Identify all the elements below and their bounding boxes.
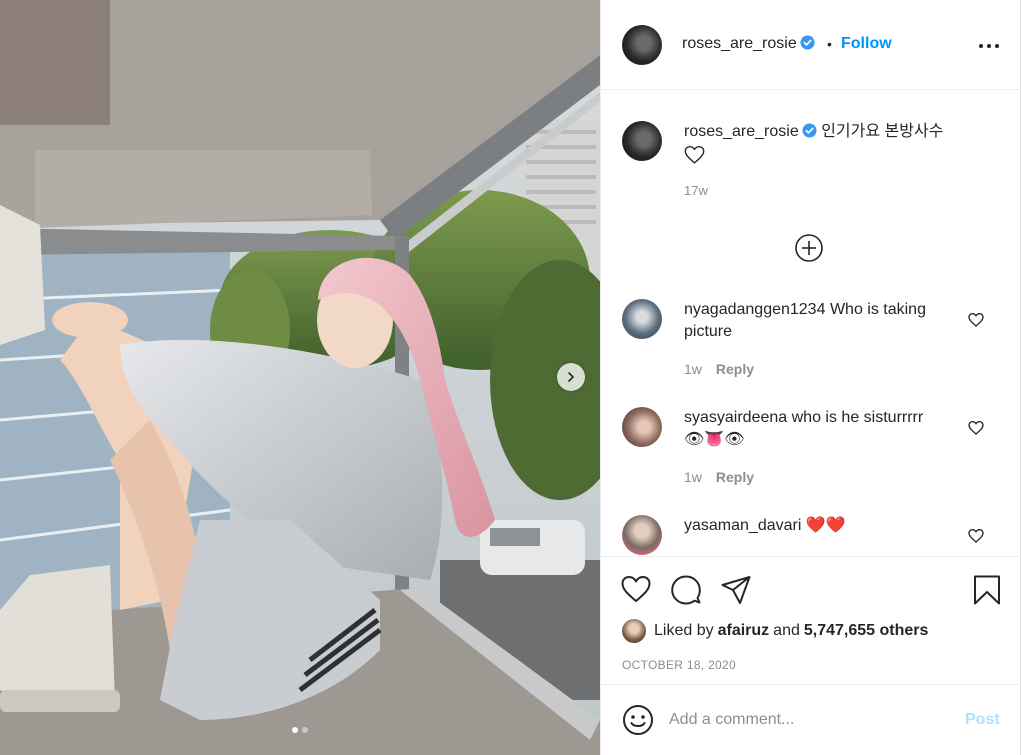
commenter-username[interactable]: nyagadanggen1234	[684, 301, 825, 318]
post-comment-button[interactable]: Post	[965, 711, 1000, 729]
comment-text: ❤️❤️	[805, 517, 846, 534]
comment-body: nyagadanggen1234 Who is taking picture	[684, 299, 954, 343]
carousel-dot-active	[292, 727, 298, 733]
bookmark-icon[interactable]	[971, 574, 1003, 606]
heart-emoji-icon	[684, 145, 705, 164]
comment-meta: 1w Reply	[684, 361, 764, 377]
chevron-right-icon	[568, 372, 575, 382]
post-photo[interactable]	[0, 0, 600, 755]
comment-time: 1w	[684, 361, 702, 377]
carousel-indicator	[0, 727, 600, 733]
verified-badge-icon	[800, 35, 815, 50]
liker-username[interactable]: afairuz	[718, 622, 770, 640]
likes-summary: Liked by afairuz and 5,747,655 others	[622, 618, 932, 644]
author-username-text: roses_are_rosie	[682, 35, 797, 52]
author-username[interactable]: roses_are_rosie	[682, 35, 815, 53]
caption-timestamp: 17w	[684, 183, 708, 198]
action-bar: Liked by afairuz and 5,747,655 others OC…	[601, 556, 1021, 684]
post-header: roses_are_rosie • Follow	[601, 0, 1021, 90]
more-options-icon[interactable]	[979, 44, 999, 50]
liker-avatar[interactable]	[622, 619, 646, 643]
carousel-dot	[302, 727, 308, 733]
comment-input[interactable]	[669, 707, 949, 733]
plus-circle-icon[interactable]	[794, 233, 824, 263]
heart-icon[interactable]	[968, 528, 984, 544]
comment-form: Post	[601, 684, 1021, 755]
commenter-avatar[interactable]	[622, 299, 662, 339]
comment-text: who is he sisturrrrr	[791, 409, 924, 426]
post-modal: roses_are_rosie • Follow roses_are_rosie…	[0, 0, 1021, 755]
likes-middle: and	[773, 622, 800, 639]
comments-section[interactable]: roses_are_rosie 인기가요 본방사수 17w nyagadangg…	[601, 91, 1021, 556]
emoji-icon[interactable]	[622, 704, 654, 736]
carousel-next-button[interactable]	[557, 363, 585, 391]
heart-icon[interactable]	[968, 312, 984, 328]
reply-button[interactable]: Reply	[716, 361, 754, 377]
verified-badge-icon	[802, 123, 817, 138]
caption-avatar[interactable]	[622, 121, 662, 161]
comment-icon[interactable]	[670, 574, 702, 606]
comment-meta: 1w Reply	[684, 469, 764, 485]
comment-item: yasaman_davari ❤️❤️	[622, 515, 1002, 556]
comment-time: 1w	[684, 469, 702, 485]
photo-scene	[0, 0, 600, 755]
share-icon[interactable]	[720, 574, 752, 606]
caption-text: 인기가요 본방사수	[821, 123, 944, 140]
heart-icon[interactable]	[968, 420, 984, 436]
comment-emoji: 👁👅👁	[684, 431, 745, 448]
commenter-avatar[interactable]	[622, 515, 662, 555]
author-avatar[interactable]	[622, 25, 662, 65]
follow-button[interactable]: Follow	[841, 35, 892, 53]
heart-icon[interactable]	[620, 574, 652, 606]
post-date: OCTOBER 18, 2020	[622, 658, 736, 672]
comment-item: nyagadanggen1234 Who is taking picture 1…	[622, 299, 1002, 389]
header-separator: •	[827, 36, 832, 52]
likes-prefix: Liked by	[654, 622, 714, 639]
commenter-username[interactable]: yasaman_davari	[684, 517, 801, 534]
likes-count[interactable]: 5,747,655 others	[804, 622, 929, 640]
comment-body: yasaman_davari ❤️❤️	[684, 515, 954, 537]
caption-username[interactable]: roses_are_rosie	[684, 123, 799, 140]
comment-item: syasyairdeena who is he sisturrrrr 👁👅👁 1…	[622, 407, 1002, 497]
commenter-username[interactable]: syasyairdeena	[684, 409, 787, 426]
comment-body: syasyairdeena who is he sisturrrrr 👁👅👁	[684, 407, 954, 451]
commenter-avatar[interactable]	[622, 407, 662, 447]
reply-button[interactable]: Reply	[716, 469, 754, 485]
post-panel: roses_are_rosie • Follow roses_are_rosie…	[600, 0, 1021, 755]
